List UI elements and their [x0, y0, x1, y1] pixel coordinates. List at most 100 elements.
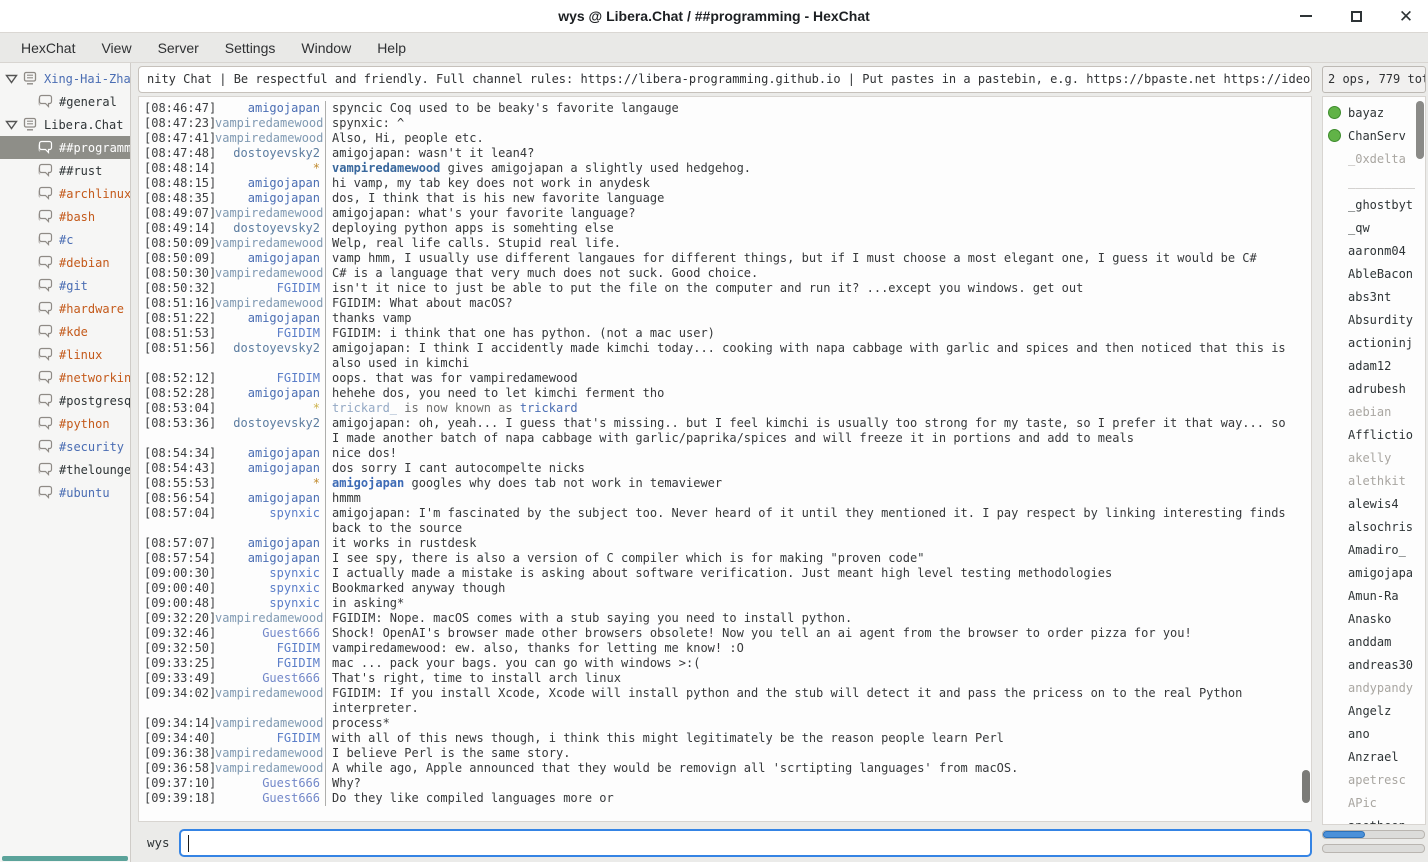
user-list-item[interactable]: ChanServ — [1328, 124, 1415, 147]
chat-scrollbar[interactable] — [1301, 99, 1310, 819]
userlist-scrollbar[interactable] — [1415, 99, 1424, 822]
message-nick: amigojapan — [215, 251, 325, 266]
message-text: FGIDIM: If you install Xcode, Xcode will… — [325, 686, 1300, 716]
chat-message: [08:50:09]vampiredamewoodWelp, real life… — [139, 236, 1300, 251]
sidebar-item--general[interactable]: #general — [0, 90, 130, 113]
message-timestamp: [09:34:14] — [139, 716, 215, 731]
message-input[interactable] — [179, 829, 1312, 857]
message-text: Why? — [325, 776, 1300, 791]
tree-label: #postgresql — [59, 394, 130, 408]
user-list-item[interactable]: adrubesh — [1328, 377, 1415, 400]
user-list-item[interactable]: Afflictio — [1328, 423, 1415, 446]
user-list-item[interactable]: Anzrael — [1328, 745, 1415, 768]
user-list-item[interactable]: aaronm04 — [1328, 239, 1415, 262]
sidebar-item-xing-hai-zhan[interactable]: Xing-Hai-Zhan — [0, 67, 130, 90]
user-list-item[interactable]: __________ — [1328, 170, 1415, 193]
user-list-item[interactable]: andreas30 — [1328, 653, 1415, 676]
message-nick: vampiredamewood — [215, 266, 325, 281]
chat-message: [09:34:14]vampiredamewoodprocess* — [139, 716, 1300, 731]
user-list-item[interactable]: akelly — [1328, 446, 1415, 469]
sidebar-item--linux[interactable]: #linux — [0, 343, 130, 366]
sidebar-item--hardware[interactable]: #hardware — [0, 297, 130, 320]
user-list-item[interactable]: Amadiro_ — [1328, 538, 1415, 561]
user-list-item[interactable]: alsochris — [1328, 515, 1415, 538]
sidebar-item--python[interactable]: #python — [0, 412, 130, 435]
message-timestamp: [09:33:25] — [139, 656, 215, 671]
event-star: * — [215, 401, 325, 416]
user-list-item[interactable]: Absurdity — [1328, 308, 1415, 331]
message-text: Also, Hi, people etc. — [325, 131, 1300, 146]
user-list-item[interactable]: bayaz — [1328, 101, 1415, 124]
chat-message: [08:55:53]*amigojapan googles why does t… — [139, 476, 1300, 491]
sidebar-item--debian[interactable]: #debian — [0, 251, 130, 274]
event-star: * — [215, 476, 325, 491]
chat-scrollbar-thumb[interactable] — [1302, 770, 1310, 803]
tree-expander-icon[interactable] — [4, 118, 20, 132]
user-rows: bayazChanServ_0xdelta___________ghostbyt… — [1328, 101, 1415, 825]
sidebar-item--programming[interactable]: ##programming — [0, 136, 130, 159]
user-list-item[interactable]: Angelz — [1328, 699, 1415, 722]
sidebar-item--git[interactable]: #git — [0, 274, 130, 297]
chat-message: [09:00:40]spynxicBookmarked anyway thoug… — [139, 581, 1300, 596]
sidebar-item--c[interactable]: #c — [0, 228, 130, 251]
user-nick: adam12 — [1348, 359, 1391, 373]
user-list-item[interactable]: ano — [1328, 722, 1415, 745]
menu-help[interactable]: Help — [364, 36, 419, 60]
user-list-item[interactable]: actioninj — [1328, 331, 1415, 354]
sidebar-item--ubuntu[interactable]: #ubuntu — [0, 481, 130, 504]
user-list-item[interactable]: apotheon — [1328, 814, 1415, 825]
sidebar-item--archlinux[interactable]: #archlinux — [0, 182, 130, 205]
chat-message: [08:57:07]amigojapanit works in rustdesk — [139, 536, 1300, 551]
sidebar-item-libera-chat[interactable]: Libera.Chat — [0, 113, 130, 136]
close-button[interactable]: ✕ — [1398, 8, 1414, 24]
sidebar-item--thelounge[interactable]: #thelounge — [0, 458, 130, 481]
user-list-item[interactable]: AbleBacon — [1328, 262, 1415, 285]
topic-bar[interactable]: nity Chat | Be respectful and friendly. … — [138, 66, 1312, 93]
message-text: FGIDIM: What about macOS? — [325, 296, 1300, 311]
user-list-item[interactable]: andypandy — [1328, 676, 1415, 699]
message-text: thanks vamp — [325, 311, 1300, 326]
sidebar-item--bash[interactable]: #bash — [0, 205, 130, 228]
user-list-item[interactable]: aebian — [1328, 400, 1415, 423]
user-list-item[interactable]: _ghostbyt — [1328, 193, 1415, 216]
sidebar-item--security[interactable]: #security — [0, 435, 130, 458]
user-list-item[interactable]: APic — [1328, 791, 1415, 814]
user-list-item[interactable]: alethkit — [1328, 469, 1415, 492]
inline-text: googles why does tab not work in temavie… — [404, 476, 722, 490]
chat-message: [09:37:10]Guest666Why? — [139, 776, 1300, 791]
user-list-item[interactable]: Anasko — [1328, 607, 1415, 630]
message-timestamp: [08:54:43] — [139, 461, 215, 476]
menu-view[interactable]: View — [88, 36, 144, 60]
tree-expander-icon[interactable] — [4, 72, 20, 86]
sidebar-item--rust[interactable]: ##rust — [0, 159, 130, 182]
minimize-button[interactable] — [1298, 8, 1314, 24]
message-text: mac ... pack your bags. you can go with … — [325, 656, 1300, 671]
user-nick: Amadiro_ — [1348, 543, 1406, 557]
user-list-item[interactable]: anddam — [1328, 630, 1415, 653]
sidebar-item--networking[interactable]: #networking — [0, 366, 130, 389]
user-list-item[interactable]: alewis4 — [1328, 492, 1415, 515]
sidebar-item--kde[interactable]: #kde — [0, 320, 130, 343]
chat-message: [08:51:56]dostoyevsky2amigojapan: I thin… — [139, 341, 1300, 371]
sidebar-item--postgresql[interactable]: #postgresql — [0, 389, 130, 412]
message-text: I believe Perl is the same story. — [325, 746, 1300, 761]
message-text: isn't it nice to just be able to put the… — [325, 281, 1300, 296]
menu-window[interactable]: Window — [288, 36, 364, 60]
user-list-item[interactable]: abs3nt — [1328, 285, 1415, 308]
user-list-item[interactable]: apetresc — [1328, 768, 1415, 791]
right-column: 2 ops, 779 total bayazChanServ_0xdelta__… — [1318, 63, 1428, 862]
maximize-button[interactable] — [1348, 8, 1364, 24]
menu-hexchat[interactable]: HexChat — [8, 36, 88, 60]
menu-server[interactable]: Server — [145, 36, 212, 60]
user-list-item[interactable]: amigojapa — [1328, 561, 1415, 584]
tree-label: #ubuntu — [59, 486, 110, 500]
menu-settings[interactable]: Settings — [212, 36, 289, 60]
user-list-item[interactable]: adam12 — [1328, 354, 1415, 377]
message-text: I actually made a mistake is asking abou… — [325, 566, 1300, 581]
userlist-scrollbar-thumb[interactable] — [1416, 101, 1424, 159]
user-list-item[interactable]: Amun-Ra — [1328, 584, 1415, 607]
user-list-item[interactable]: _0xdelta — [1328, 147, 1415, 170]
message-nick: spynxic — [215, 581, 325, 596]
title-bar: wys @ Libera.Chat / ##programming - HexC… — [0, 0, 1428, 33]
user-list-item[interactable]: _qw — [1328, 216, 1415, 239]
